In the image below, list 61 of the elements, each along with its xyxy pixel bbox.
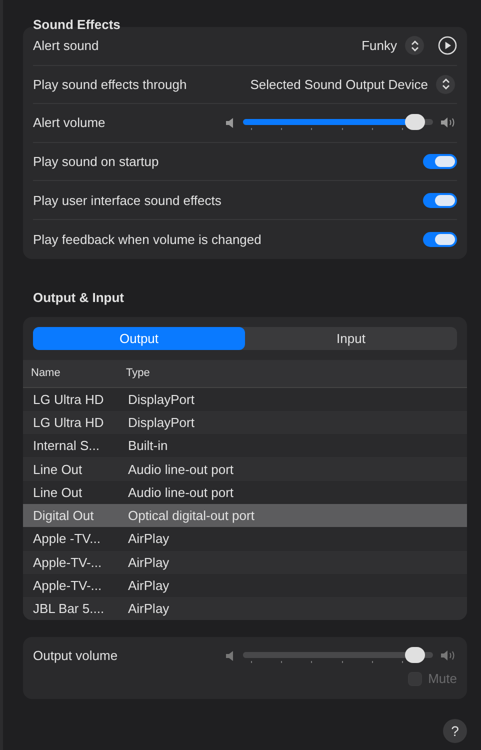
table-cell-text: LG Ultra HD [32, 392, 105, 407]
table-cell-text: LG Ultra HD [32, 415, 105, 430]
device-row[interactable]: Apple-TV-... AirPlay [23, 574, 467, 598]
speaker-low-icon [224, 116, 236, 129]
setting-label: Play sound effects through [33, 76, 188, 92]
speaker-high-icon [440, 116, 457, 130]
toggle-switch[interactable] [423, 154, 457, 170]
device-row[interactable]: LG Ultra HD DisplayPort [23, 388, 467, 411]
mute-label: Mute [428, 671, 457, 686]
popup-value[interactable]: Funky [362, 38, 397, 54]
section-heading: Sound Effects [32, 16, 122, 27]
setting-label: Alert sound [33, 38, 100, 54]
device-row[interactable]: Line Out Audio line-out port [23, 457, 467, 481]
setting-label: Play feedback when volume is changed [33, 232, 262, 247]
popup-value[interactable]: Selected Sound Output Device [250, 76, 428, 92]
speaker-high-icon [440, 649, 457, 662]
stepper-icon[interactable] [405, 36, 424, 56]
column-header[interactable]: Type [126, 367, 150, 380]
segment-tab[interactable]: Input [245, 326, 457, 350]
setting-label: Play user interface sound effects [33, 192, 222, 208]
volume-slider[interactable] [243, 646, 433, 665]
device-row[interactable]: Digital Out Optical digital-out port [23, 504, 467, 528]
table-cell: DisplayPort [128, 392, 194, 407]
segment-tab[interactable]: Output [33, 326, 245, 350]
table-cell-text: Apple-TV-... [32, 554, 103, 570]
table-cell-text: Internal S... [32, 438, 100, 454]
device-row[interactable]: Internal S... Built-in [23, 434, 467, 458]
device-row[interactable]: JBL Bar 5.... AirPlay [23, 597, 467, 620]
table-cell: AirPlay [128, 554, 170, 570]
setting-label: Play sound on startup [33, 154, 160, 170]
volume-slider[interactable] [243, 114, 433, 132]
device-row[interactable]: LG Ultra HD DisplayPort [23, 410, 467, 434]
table-cell-text: Apple -TV... [32, 531, 102, 546]
table-cell-text: Apple-TV-... [32, 578, 103, 594]
slider-thumb[interactable] [404, 646, 424, 663]
table-cell-text: Line Out [32, 484, 84, 500]
setting-label: Output volume [33, 648, 119, 664]
slider-thumb[interactable] [404, 114, 424, 130]
table-cell-text: JBL Bar 5.... [32, 601, 106, 616]
table-cell: Optical digital-out port [128, 508, 254, 524]
speaker-low-icon [224, 650, 236, 662]
table-cell: Audio line-out port [128, 484, 234, 500]
table-cell-text: Line Out [32, 462, 84, 477]
table-cell: AirPlay [128, 601, 170, 616]
device-row[interactable]: Line Out Audio line-out port [23, 480, 467, 504]
toggle-switch[interactable] [423, 192, 457, 208]
device-row[interactable]: Apple-TV-... AirPlay [23, 550, 467, 574]
table-cell: DisplayPort [128, 415, 194, 430]
help-button[interactable]: ? [443, 718, 467, 743]
table-cell: Built-in [128, 438, 168, 454]
table-cell: Audio line-out port [128, 462, 234, 477]
section-heading: Output & Input [32, 288, 125, 307]
setting-label: Alert volume [33, 115, 106, 130]
table-cell-text: Digital Out [32, 508, 95, 524]
toggle-switch[interactable] [423, 232, 457, 247]
table-cell: AirPlay [128, 531, 170, 546]
column-header[interactable]: Name [23, 367, 126, 380]
stepper-icon[interactable] [436, 74, 455, 94]
device-row[interactable]: Apple -TV... AirPlay [23, 527, 467, 551]
table-cell: AirPlay [128, 578, 170, 594]
play-icon[interactable] [438, 36, 457, 56]
